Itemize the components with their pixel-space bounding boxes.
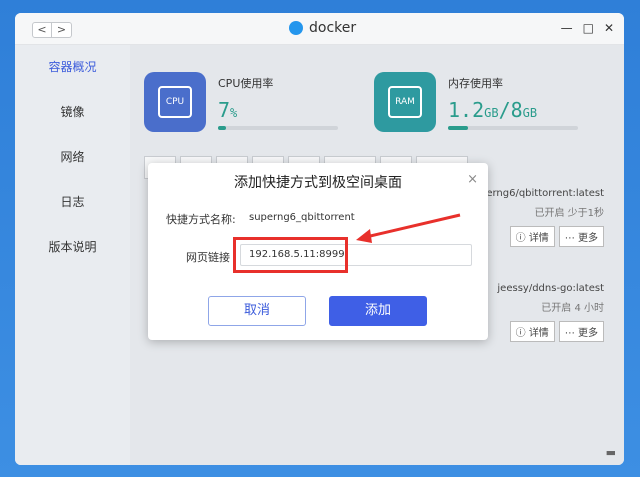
container-status: 已开启 少于1秒 <box>534 208 604 219</box>
ram-progress-bar <box>448 126 578 130</box>
ram-total: 8 <box>510 98 523 122</box>
annotation-highlight-box <box>233 237 348 273</box>
close-icon[interactable]: × <box>467 172 478 187</box>
container-name: jeessy/ddns-go:latest <box>497 283 604 294</box>
ram-label: 内存使用率 <box>448 77 503 90</box>
window-title-text: docker <box>309 20 357 36</box>
add-button[interactable]: 添加 <box>329 296 427 326</box>
ram-progress-fill <box>448 126 468 130</box>
ram-used-unit: GB <box>484 106 499 120</box>
ram-used: 1.2 <box>448 98 485 122</box>
maximize-icon[interactable]: □ <box>583 21 594 35</box>
window-controls: — □ ✕ <box>561 21 614 35</box>
container-name: superng6/qbittorrent:latest <box>468 188 604 199</box>
sidebar: 容器概况 镜像 网络 日志 版本说明 <box>15 45 130 465</box>
ram-value: 1.2GB/8GB <box>448 98 537 122</box>
nav-buttons: < > <box>32 22 72 38</box>
ram-sep: / <box>498 98 511 122</box>
sidebar-item-overview[interactable]: 容器概况 <box>15 45 130 90</box>
cpu-value-unit: % <box>230 106 238 120</box>
url-label: 网页链接 <box>186 251 230 264</box>
cpu-value-number: 7 <box>218 98 231 122</box>
sidebar-item-network[interactable]: 网络 <box>15 135 130 180</box>
cpu-value: 7% <box>218 98 237 122</box>
cpu-chip-text: CPU <box>158 86 192 118</box>
cpu-progress-bar <box>218 126 338 130</box>
close-icon[interactable]: ✕ <box>604 21 614 35</box>
back-button[interactable]: < <box>32 22 52 38</box>
annotation-arrow-icon <box>356 213 461 243</box>
sidebar-item-logs[interactable]: 日志 <box>15 180 130 225</box>
container-status: 已开启 4 小时 <box>541 303 604 314</box>
ram-chip-text: RAM <box>388 86 422 118</box>
details-button[interactable]: ⓘ 详情 <box>509 321 555 342</box>
ram-icon: RAM <box>374 72 436 132</box>
more-button[interactable]: ⋯ 更多 <box>558 226 604 247</box>
shortcut-name-label: 快捷方式名称: <box>166 213 236 226</box>
forward-button[interactable]: > <box>52 22 72 38</box>
scroll-handle-icon[interactable]: ▬ <box>606 446 616 459</box>
more-button[interactable]: ⋯ 更多 <box>558 321 604 342</box>
titlebar: < > docker — □ ✕ <box>15 13 624 45</box>
cpu-progress-fill <box>218 126 227 130</box>
cancel-button[interactable]: 取消 <box>208 296 306 326</box>
window-title: docker <box>289 20 356 36</box>
more-label: 更多 <box>578 328 598 339</box>
details-label: 详情 <box>528 233 549 244</box>
cpu-icon: CPU <box>144 72 206 132</box>
sidebar-item-images[interactable]: 镜像 <box>15 90 130 135</box>
dialog-title: 添加快捷方式到极空间桌面 <box>234 175 402 191</box>
docker-icon <box>289 21 303 35</box>
details-button[interactable]: ⓘ 详情 <box>509 226 555 247</box>
cpu-label: CPU使用率 <box>218 77 274 90</box>
ram-total-unit: GB <box>522 106 538 120</box>
sidebar-item-version[interactable]: 版本说明 <box>15 225 130 270</box>
more-label: 更多 <box>578 233 598 244</box>
minimize-icon[interactable]: — <box>561 21 573 35</box>
details-label: 详情 <box>528 328 549 339</box>
